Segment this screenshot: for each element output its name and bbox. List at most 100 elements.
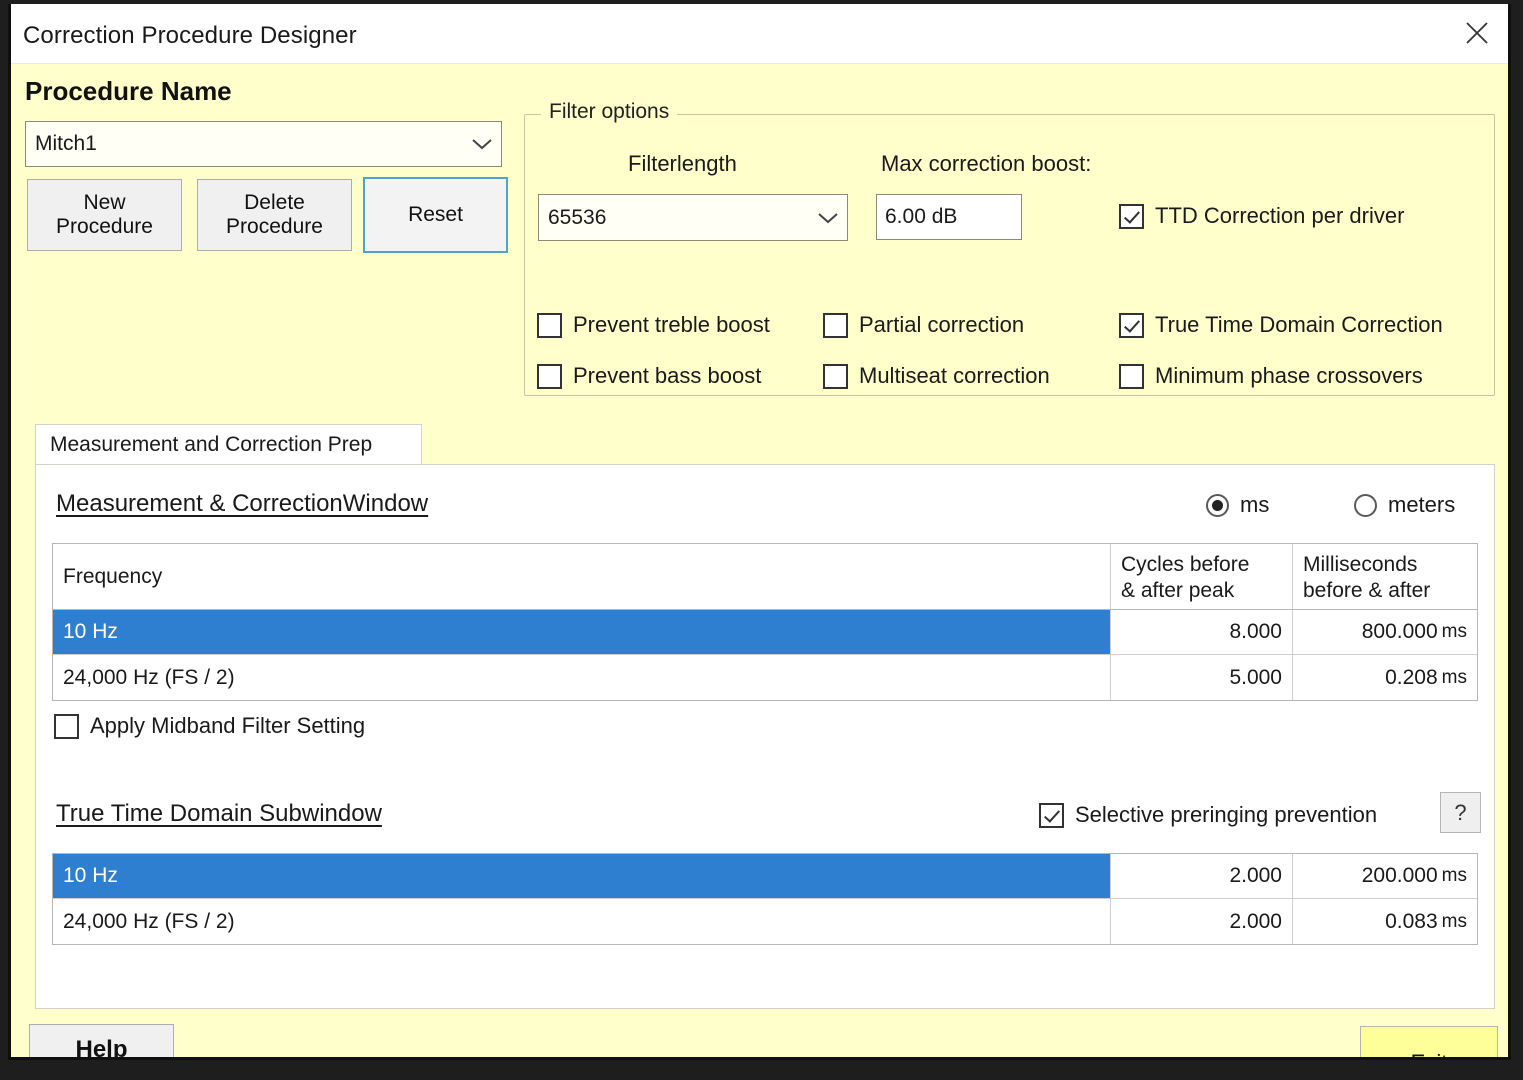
- cell-milliseconds[interactable]: 0.083 ms: [1293, 899, 1477, 944]
- cell-cycles[interactable]: 5.000: [1111, 655, 1293, 700]
- tab-panel: Measurement & CorrectionWindow ms meters…: [35, 464, 1495, 1009]
- filter-options-title: Filter options: [541, 100, 678, 124]
- checkbox-icon: [537, 312, 562, 338]
- checkbox-label: True Time Domain Correction: [1155, 312, 1443, 337]
- table-row[interactable]: 24,000 Hz (FS / 2) 5.000 0.208 ms: [53, 655, 1477, 700]
- cell-milliseconds[interactable]: 0.208 ms: [1293, 655, 1477, 700]
- radio-unit-meters[interactable]: meters: [1354, 492, 1455, 518]
- filterlength-value: 65536: [548, 205, 607, 229]
- radio-label: ms: [1240, 492, 1270, 517]
- close-icon[interactable]: [1446, 4, 1508, 62]
- checkbox-selective-preringing-prevention[interactable]: Selective preringing prevention: [1039, 802, 1377, 828]
- checkbox-label: Multiseat correction: [859, 363, 1050, 388]
- column-header-ms-line1: Milliseconds: [1303, 553, 1418, 576]
- exit-button-label: Exit: [1411, 1050, 1448, 1057]
- correction-procedure-designer-window: Correction Procedure Designer Procedure …: [8, 4, 1511, 1060]
- checkbox-icon: [1039, 802, 1064, 828]
- new-procedure-label-line2: Procedure: [56, 215, 153, 238]
- question-mark-icon: ?: [1454, 799, 1467, 825]
- checkbox-icon: [823, 363, 848, 389]
- checkbox-ttd-correction-per-driver[interactable]: TTD Correction per driver: [1119, 203, 1404, 229]
- cell-ms-unit: ms: [1441, 621, 1467, 642]
- table-header-row: Frequency Cycles before & after peak Mil…: [53, 544, 1477, 610]
- cell-ms-value: 0.208: [1385, 665, 1438, 689]
- window-body: Procedure Name Mitch1 New Procedure Dele…: [11, 64, 1508, 1060]
- new-procedure-label-line1: New: [83, 191, 126, 215]
- checkbox-prevent-treble-boost[interactable]: Prevent treble boost: [537, 312, 770, 338]
- delete-procedure-label-line1: Delete: [244, 191, 305, 215]
- column-header-ms-line2: before & after: [1303, 578, 1431, 602]
- procedure-name-dropdown[interactable]: Mitch1: [25, 121, 502, 167]
- table-row[interactable]: 10 Hz 2.000 200.000 ms: [53, 854, 1477, 899]
- tab-measurement-and-correction-prep[interactable]: Measurement and Correction Prep: [35, 424, 422, 465]
- max-correction-boost-label: Max correction boost:: [881, 151, 1092, 176]
- checkbox-label: Prevent bass boost: [573, 363, 762, 388]
- table-row[interactable]: 24,000 Hz (FS / 2) 2.000 0.083 ms: [53, 899, 1477, 944]
- measurement-correction-window-heading: Measurement & CorrectionWindow: [56, 490, 429, 517]
- page-title: Procedure Name: [25, 76, 232, 106]
- checkbox-icon: [823, 312, 848, 338]
- checkbox-label: Prevent treble boost: [573, 312, 770, 337]
- cell-ms-unit: ms: [1441, 666, 1467, 688]
- chevron-down-icon: [809, 211, 847, 225]
- new-procedure-button[interactable]: New Procedure: [27, 179, 182, 251]
- chevron-down-icon: [463, 137, 501, 151]
- tab-label: Measurement and Correction Prep: [50, 433, 373, 456]
- reset-button[interactable]: Reset: [363, 177, 508, 253]
- checkbox-label: Selective preringing prevention: [1075, 802, 1378, 827]
- checkbox-prevent-bass-boost[interactable]: Prevent bass boost: [537, 363, 761, 389]
- help-button[interactable]: Help (F1): [29, 1024, 174, 1060]
- cell-cycles[interactable]: 2.000: [1111, 899, 1293, 944]
- checkbox-true-time-domain-correction[interactable]: True Time Domain Correction: [1119, 312, 1443, 338]
- cell-ms-value: 200.000: [1361, 864, 1438, 887]
- cell-frequency: 24,000 Hz (FS / 2): [53, 655, 1111, 700]
- checkbox-minimum-phase-crossovers[interactable]: Minimum phase crossovers: [1119, 363, 1423, 389]
- cell-milliseconds[interactable]: 200.000 ms: [1293, 854, 1477, 898]
- checkbox-icon: [54, 713, 79, 739]
- checkbox-icon: [1119, 363, 1144, 389]
- cell-frequency: 10 Hz: [53, 610, 1111, 654]
- measurement-window-table: Frequency Cycles before & after peak Mil…: [52, 543, 1478, 701]
- checkbox-icon: [1119, 312, 1144, 338]
- true-time-domain-subwindow-table: 10 Hz 2.000 200.000 ms 24,000 Hz (FS / 2…: [52, 853, 1478, 945]
- checkbox-partial-correction[interactable]: Partial correction: [823, 312, 1024, 338]
- reset-button-label: Reset: [408, 203, 463, 227]
- help-button-line1: Help: [75, 1036, 128, 1060]
- window-title: Correction Procedure Designer: [23, 22, 357, 49]
- checkbox-label: Apply Midband Filter Setting: [90, 713, 366, 738]
- true-time-domain-subwindow-heading: True Time Domain Subwindow: [56, 800, 382, 827]
- column-header-milliseconds: Milliseconds before & after: [1293, 544, 1477, 609]
- column-header-cycles-line2: & after peak: [1121, 578, 1235, 602]
- checkbox-label: Partial correction: [859, 312, 1025, 337]
- procedure-name-value: Mitch1: [35, 132, 97, 155]
- delete-procedure-button[interactable]: Delete Procedure: [197, 179, 352, 251]
- cell-ms-unit: ms: [1441, 910, 1467, 932]
- column-header-cycles-line1: Cycles before: [1121, 553, 1250, 576]
- checkbox-label: TTD Correction per driver: [1155, 203, 1405, 228]
- help-question-button[interactable]: ?: [1440, 792, 1481, 833]
- title-bar: Correction Procedure Designer: [11, 4, 1508, 64]
- cell-milliseconds[interactable]: 800.000 ms: [1293, 610, 1477, 654]
- radio-icon: [1354, 493, 1377, 517]
- cell-ms-value: 800.000: [1361, 620, 1438, 643]
- checkbox-icon: [537, 363, 562, 389]
- checkbox-icon: [1119, 203, 1144, 229]
- cell-ms-value: 0.083: [1385, 909, 1438, 933]
- cell-frequency: 24,000 Hz (FS / 2): [53, 899, 1111, 944]
- radio-label: meters: [1388, 492, 1456, 517]
- checkbox-apply-midband-filter-setting[interactable]: Apply Midband Filter Setting: [54, 713, 365, 739]
- delete-procedure-label-line2: Procedure: [226, 215, 323, 238]
- column-header-frequency: Frequency: [53, 544, 1111, 609]
- filterlength-dropdown[interactable]: 65536: [538, 194, 848, 241]
- radio-icon: [1206, 493, 1229, 517]
- max-correction-boost-value: 6.00 dB: [885, 205, 958, 228]
- cell-cycles[interactable]: 2.000: [1111, 854, 1293, 898]
- checkbox-multiseat-correction[interactable]: Multiseat correction: [823, 363, 1050, 389]
- cell-cycles[interactable]: 8.000: [1111, 610, 1293, 654]
- max-correction-boost-input[interactable]: 6.00 dB: [876, 194, 1022, 240]
- radio-unit-ms[interactable]: ms: [1206, 492, 1269, 518]
- cell-frequency: 10 Hz: [53, 854, 1111, 898]
- cell-ms-unit: ms: [1441, 865, 1467, 886]
- exit-button[interactable]: Exit: [1360, 1026, 1498, 1057]
- table-row[interactable]: 10 Hz 8.000 800.000 ms: [53, 610, 1477, 655]
